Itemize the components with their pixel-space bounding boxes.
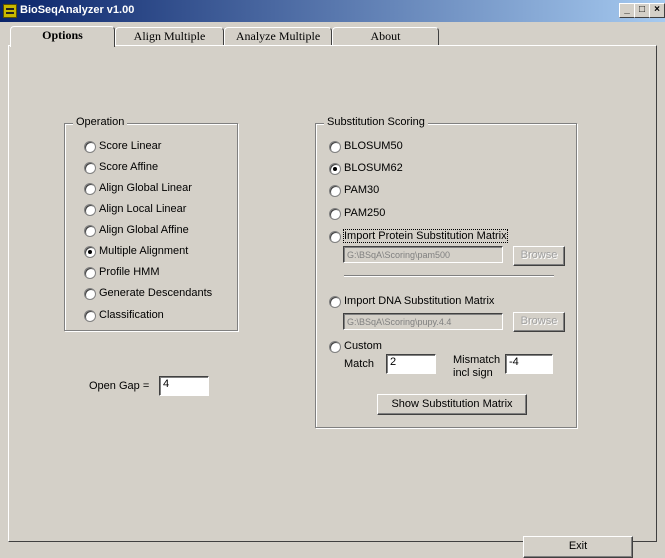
radio-indicator[interactable] (84, 183, 96, 195)
radio-indicator[interactable] (84, 162, 96, 174)
separator (344, 275, 554, 277)
radio-label: PAM250 (344, 207, 386, 219)
minimize-button[interactable]: _ (619, 3, 635, 18)
radio-label: Profile HMM (99, 266, 160, 278)
tab-analyze-multiple[interactable]: Analyze Multiple (224, 27, 332, 45)
radio-indicator-selected[interactable] (329, 163, 341, 175)
radio-indicator[interactable] (329, 296, 341, 308)
tab-options[interactable]: Options (10, 26, 115, 47)
radio-label: Score Linear (99, 140, 162, 152)
radio-label: Classification (99, 309, 164, 321)
operation-group-title: Operation (73, 116, 128, 128)
maximize-button[interactable]: □ (634, 3, 650, 18)
app-window: BioSeqAnalyzer v1.00 _ □ × Options Align… (0, 0, 665, 558)
title-bar[interactable]: BioSeqAnalyzer v1.00 _ □ × (0, 0, 665, 22)
app-icon[interactable] (3, 4, 17, 18)
match-input[interactable]: 2 (386, 354, 436, 374)
show-substitution-matrix-button[interactable]: Show Substitution Matrix (377, 394, 527, 415)
radio-label: Custom (344, 340, 382, 352)
browse-protein-button[interactable]: Browse (513, 246, 565, 266)
radio-indicator[interactable] (329, 208, 341, 220)
tab-about[interactable]: About (332, 27, 439, 45)
radio-indicator[interactable] (84, 204, 96, 216)
radio-indicator[interactable] (329, 185, 341, 197)
window-title: BioSeqAnalyzer v1.00 (20, 4, 135, 16)
mismatch-input[interactable]: -4 (505, 354, 553, 374)
close-button[interactable]: × (649, 3, 665, 18)
radio-indicator-selected[interactable] (84, 246, 96, 258)
tab-align-multiple[interactable]: Align Multiple (115, 27, 224, 45)
substitution-scoring-group: Substitution Scoring BLOSUM50 BLOSUM62 P… (315, 116, 577, 428)
radio-label: BLOSUM50 (344, 140, 403, 152)
radio-indicator[interactable] (84, 310, 96, 322)
radio-indicator[interactable] (84, 141, 96, 153)
radio-indicator[interactable] (84, 288, 96, 300)
mismatch-sign-label: incl sign (453, 367, 493, 379)
radio-label: PAM30 (344, 184, 380, 196)
radio-indicator[interactable] (84, 225, 96, 237)
radio-label: BLOSUM62 (344, 162, 403, 174)
options-panel: Operation Score Linear Score Affine Alig… (8, 45, 657, 542)
match-label: Match (344, 358, 374, 370)
radio-label: Align Local Linear (99, 203, 187, 215)
dna-matrix-path[interactable]: G:\BSqA\Scoring\pupy.4.4 (343, 313, 503, 330)
browse-dna-button[interactable]: Browse (513, 312, 565, 332)
radio-indicator[interactable] (329, 341, 341, 353)
exit-button[interactable]: Exit (523, 536, 633, 558)
radio-label: Align Global Affine (99, 224, 189, 236)
scoring-group-title: Substitution Scoring (324, 116, 428, 128)
open-gap-label: Open Gap = (89, 380, 150, 392)
radio-label: Import DNA Substitution Matrix (344, 295, 495, 307)
radio-label: Import Protein Substitution Matrix (343, 229, 508, 243)
radio-indicator[interactable] (84, 267, 96, 279)
radio-label: Align Global Linear (99, 182, 192, 194)
protein-matrix-path[interactable]: G:\BSqA\Scoring\pam500 (343, 246, 503, 263)
operation-group: Operation Score Linear Score Affine Alig… (64, 116, 238, 331)
radio-indicator[interactable] (329, 141, 341, 153)
radio-label: Score Affine (99, 161, 159, 173)
radio-label: Generate Descendants (99, 287, 213, 299)
radio-indicator[interactable] (329, 231, 341, 243)
open-gap-input[interactable]: 4 (159, 376, 209, 396)
radio-label: Multiple Alignment (99, 245, 189, 257)
mismatch-label: Mismatch (453, 354, 501, 366)
